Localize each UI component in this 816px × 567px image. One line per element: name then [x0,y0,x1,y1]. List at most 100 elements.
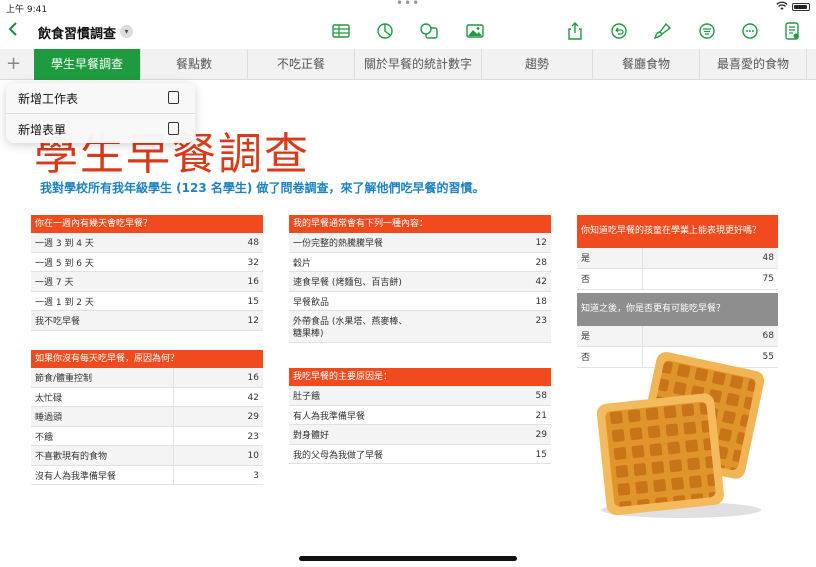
table-row[interactable]: 速食早餐 (烤麵包、百吉餅) 42 [289,272,551,292]
table-row[interactable]: 否 75 [577,269,778,290]
row-label: 太忙碌 [35,393,63,404]
row-label: 是 [581,332,591,342]
row-value: 28 [535,257,547,268]
table-row[interactable]: 早餐飲品 18 [289,292,551,311]
row-label: 否 [581,275,591,285]
table-row[interactable]: 一週 7 天 16 [31,272,263,292]
row-label: 穀片 [293,258,312,269]
battery-icon [792,3,810,11]
table-header[interactable]: 你在一週內有幾天會吃早餐？ [31,215,263,233]
column-divider [642,248,643,290]
row-label: 否 [581,353,591,363]
row-value: 58 [535,391,547,401]
table-row[interactable]: 沒有人為我準備早餐 3 [31,466,263,485]
table-row[interactable]: 不喜歡現有的食物 10 [31,446,263,466]
table-row[interactable]: 我的父母為我做了早餐 15 [289,445,551,464]
waffles-image[interactable] [593,350,773,520]
menu-item-new-form[interactable]: 新增表單 [6,114,195,144]
row-label-line2: 糖果棒) [293,329,324,339]
table-row[interactable]: 一週 5 到 6 天 32 [31,253,263,272]
row-label: 速食早餐 (烤麵包、百吉餅) [293,278,402,288]
chart-icon[interactable] [375,22,395,40]
tab-breakfast-stats[interactable]: 關於早餐的統計數字 [355,49,482,80]
table-row[interactable]: 我不吃早餐 12 [31,311,263,331]
table-main-reasons[interactable]: 我吃早餐的主要原因是： 肚子餓 58 有人為我準備早餐 21 對身體好 29 我的父母… [289,368,551,464]
table-skip-reasons[interactable]: 如果你沒有每天吃早餐，原因為何？ 節食/體重控制 16 太忙碌 42 睡過頭 29 不… [31,350,263,485]
table-row[interactable]: 穀片 28 [289,253,551,272]
shapes-icon[interactable] [419,22,439,40]
row-value: 48 [762,253,774,263]
row-value: 68 [762,331,774,341]
media-icon[interactable] [465,22,485,40]
toolbar: 飲食習慣調查 ▾ [0,14,816,48]
table-row[interactable]: 一週 1 到 2 天 15 [31,292,263,311]
tab-cafeteria-food[interactable]: 餐廳食物 [593,49,700,80]
table-days-per-week[interactable]: 你在一週內有幾天會吃早餐？ 一週 3 到 4 天 48 一週 5 到 6 天 32 … [31,215,263,331]
row-label: 外帶食品 (水果塔、燕麥棒、 糖果棒) [293,316,407,340]
share-icon[interactable] [565,22,585,40]
table-row[interactable]: 一份完整的熱騰騰早餐 12 [289,233,551,253]
table-row[interactable]: 睡過頭 29 [31,407,263,427]
table-header[interactable]: 我的早餐通常會有下列一種內容： [289,215,551,233]
tab-trends[interactable]: 趨勢 [482,49,593,80]
row-value: 12 [535,238,547,248]
row-label: 一週 5 到 6 天 [35,258,94,269]
row-value: 32 [247,257,259,268]
table-row[interactable]: 太忙碌 42 [31,388,263,407]
table-row[interactable]: 不餓 23 [31,427,263,446]
add-sheet-popover: 新增工作表 新增表單 [6,83,195,143]
table-row[interactable]: 是 68 [577,326,778,347]
row-value: 29 [247,412,259,422]
tab-favorite-food[interactable]: 最喜愛的食物 [700,49,807,80]
table-header[interactable]: 你知道吃早餐的孩童在學業上能表現更好嗎？ [577,215,778,248]
undo-icon[interactable] [609,22,629,40]
back-chevron-icon[interactable] [8,21,18,41]
more-icon[interactable] [740,22,760,40]
sheet-tabs: + 學生早餐調查 餐點數 不吃正餐 關於早餐的統計數字 趨勢 餐廳食物 最喜愛的… [0,49,816,80]
row-label: 早餐飲品 [293,297,330,308]
table-icon[interactable] [331,22,351,40]
home-indicator[interactable] [299,556,517,561]
table-row[interactable]: 是 48 [577,248,778,269]
form-icon [168,122,179,135]
menu-item-new-sheet[interactable]: 新增工作表 [6,83,195,113]
add-sheet-button[interactable]: + [6,53,21,74]
row-value: 75 [762,274,774,284]
table-header[interactable]: 我吃早餐的主要原因是： [289,368,551,386]
table-academic-performance[interactable]: 你知道吃早餐的孩童在學業上能表現更好嗎？ 是 48 否 75 [577,215,778,290]
table-row[interactable]: 一週 3 到 4 天 48 [31,233,263,253]
row-value: 23 [535,316,547,326]
sheet-subtitle[interactable]: 我對學校所有我年級學生 (123 名學生) 做了問卷調查，來了解他們吃早餐的習慣… [40,179,485,196]
table-header[interactable]: 知道之後，你是否更有可能吃早餐？ [577,293,778,326]
row-value: 29 [535,430,547,440]
table-row[interactable]: 對身體好 29 [289,425,551,445]
table-breakfast-contents[interactable]: 我的早餐通常會有下列一種內容： 一份完整的熱騰騰早餐 12 穀片 28 速食早餐 (… [289,215,551,343]
row-value: 15 [247,296,259,307]
table-row[interactable]: 肚子餓 58 [289,386,551,406]
menu-item-label: 新增表單 [18,123,67,137]
document-icon[interactable] [782,22,802,40]
document-title[interactable]: 飲食習慣調查 [38,23,116,42]
row-label-line1: 外帶食品 (水果塔、燕麥棒、 [293,317,408,327]
status-bar: 上午 9:41 ••• [0,0,816,15]
table-header[interactable]: 如果你沒有每天吃早餐，原因為何？ [31,350,263,368]
row-value: 16 [247,373,259,383]
format-icon[interactable] [697,22,717,40]
row-label: 一週 7 天 [35,278,74,288]
row-label: 一份完整的熱騰騰早餐 [293,239,384,249]
column-divider [173,368,174,485]
multitasking-dots-icon[interactable]: ••• [396,0,420,10]
tab-breakfast-survey[interactable]: 學生早餐調查 [34,49,141,80]
row-value: 48 [247,238,259,248]
row-label: 我的父母為我做了早餐 [293,450,384,461]
row-value: 42 [535,277,547,287]
table-row[interactable]: 外帶食品 (水果塔、燕麥棒、 糖果棒) 23 [289,311,551,343]
paintbrush-icon[interactable] [652,22,672,40]
row-label: 不喜歡現有的食物 [35,452,108,462]
title-chevron-down-icon[interactable]: ▾ [120,25,133,38]
tab-meal-count[interactable]: 餐點數 [141,49,248,80]
row-value: 15 [535,449,547,460]
table-row[interactable]: 節食/體重控制 16 [31,368,263,388]
table-row[interactable]: 有人為我準備早餐 21 [289,406,551,425]
tab-skip-meals[interactable]: 不吃正餐 [248,49,355,80]
